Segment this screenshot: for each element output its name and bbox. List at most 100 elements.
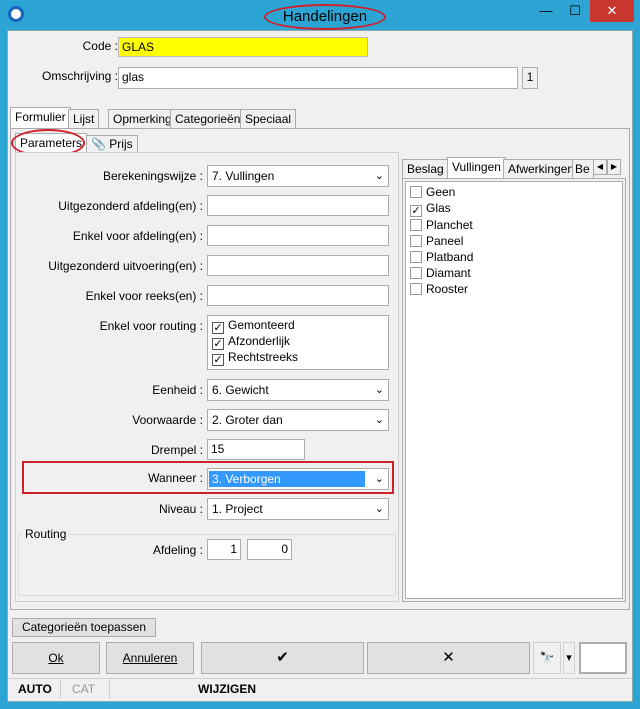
paperclip-icon: 📎 xyxy=(91,137,106,151)
status-auto: AUTO xyxy=(18,682,52,696)
categorieen-toepassen-button[interactable]: Categorieën toepassen xyxy=(12,618,156,637)
cancel-x-button[interactable]: ✕ xyxy=(367,642,530,674)
status-cat: CAT xyxy=(72,682,96,696)
vulling-item-label: Planchet xyxy=(426,218,473,232)
wanneer-annotation xyxy=(22,461,394,494)
vulling-item-label: Diamant xyxy=(426,266,471,280)
window-title: Handelingen xyxy=(264,4,386,30)
ok-button[interactable]: Ok xyxy=(12,642,100,674)
enkel-afdeling-input[interactable] xyxy=(207,225,389,246)
enkel-reeks-input[interactable] xyxy=(207,285,389,306)
maximize-button[interactable]: ☐ xyxy=(561,0,589,22)
vulling-item-label: Platband xyxy=(426,250,474,264)
tab-opmerking[interactable]: Opmerking xyxy=(108,109,177,129)
color-swatch[interactable] xyxy=(579,642,627,674)
drempel-label: Drempel : xyxy=(150,443,203,457)
vulling-item-platband[interactable]: Platband xyxy=(410,249,618,265)
status-separator xyxy=(60,679,61,699)
vulling-item-label: Paneel xyxy=(426,234,464,248)
chevron-down-icon: ⌄ xyxy=(374,503,384,515)
vullingen-items: Geen ✓ Glas Planchet Paneel Platband Diamant Ro… xyxy=(406,182,622,299)
vulling-item-label: Rooster xyxy=(426,282,469,296)
routing-option-afzonderlijk[interactable]: ✓ Afzonderlijk xyxy=(212,334,384,350)
vulling-item-geen[interactable]: Geen xyxy=(410,184,618,200)
afdeling-label: Afdeling : xyxy=(152,543,203,557)
checkbox-checked-icon: ✓ xyxy=(212,322,224,334)
client-area: Code : GLAS Omschrijving : glas 1 Formul… xyxy=(7,30,633,702)
search-button[interactable]: 🔭 xyxy=(533,642,561,674)
checkbox-icon xyxy=(410,219,422,231)
tab-speciaal[interactable]: Speciaal xyxy=(240,109,297,129)
checkbox-icon xyxy=(410,186,422,198)
tab-afwerkingen[interactable]: Afwerkingen xyxy=(503,159,580,178)
status-mode: WIJZIGEN xyxy=(198,682,257,696)
enkel-reeks-label: Enkel voor reeks(en) : xyxy=(85,289,203,303)
voorwaarde-label: Voorwaarde : xyxy=(132,413,203,427)
eenheid-select[interactable]: 6. Gewicht ⌄ xyxy=(207,379,389,401)
checkbox-icon xyxy=(410,267,422,279)
tab-prijs-label: Prijs xyxy=(109,137,133,151)
tab-formulier[interactable]: Formulier xyxy=(10,107,71,129)
binoculars-icon: 🔭 xyxy=(539,651,555,665)
routing-checklist: ✓ Gemonteerd ✓ Afzonderlijk ✓ Rechtstreeks xyxy=(207,315,389,370)
tab-beslag[interactable]: Beslag xyxy=(402,159,449,178)
scroll-right-icon[interactable]: ▶ xyxy=(607,159,621,175)
routing-group-title: Routing xyxy=(23,527,69,541)
niveau-select[interactable]: 1. Project ⌄ xyxy=(207,498,389,520)
vulling-item-planchet[interactable]: Planchet xyxy=(410,217,618,233)
confirm-button[interactable]: ✔ xyxy=(201,642,364,674)
tab-prijs[interactable]: 📎 Prijs xyxy=(86,135,138,153)
checkbox-checked-icon: ✓ xyxy=(410,205,422,217)
chevron-down-icon: ⌄ xyxy=(374,414,384,426)
uitgezonderd-afdeling-input[interactable] xyxy=(207,195,389,216)
enkel-afdeling-label: Enkel voor afdeling(en) : xyxy=(72,229,203,243)
checkbox-checked-icon: ✓ xyxy=(212,354,224,366)
uitgezonderd-uitvoering-label: Uitgezonderd uitvoering(en) : xyxy=(48,259,203,273)
code-input[interactable]: GLAS xyxy=(118,37,368,57)
chevron-down-icon: ⌄ xyxy=(374,170,384,182)
checkbox-icon xyxy=(410,235,422,247)
routing-option-rechtstreeks[interactable]: ✓ Rechtstreeks xyxy=(212,350,384,366)
vulling-item-diamant[interactable]: Diamant xyxy=(410,265,618,281)
vulling-item-rooster[interactable]: Rooster xyxy=(410,281,618,297)
uitgezonderd-afdeling-label: Uitgezonderd afdeling(en) : xyxy=(58,199,203,213)
tab-categorieen[interactable]: Categorieën xyxy=(170,109,246,129)
vulling-item-glas[interactable]: ✓ Glas xyxy=(410,200,618,217)
chevron-down-icon: ▾ xyxy=(566,652,572,664)
status-separator xyxy=(109,679,110,699)
vullingen-list: Geen ✓ Glas Planchet Paneel Platband Diamant Ro… xyxy=(405,181,623,599)
routing-option-gemonteerd[interactable]: ✓ Gemonteerd xyxy=(212,318,384,334)
vulling-item-paneel[interactable]: Paneel xyxy=(410,233,618,249)
annuleren-button[interactable]: Annuleren xyxy=(106,642,194,674)
berekeningswijze-value: 7. Vullingen xyxy=(212,169,275,183)
berekeningswijze-select[interactable]: 7. Vullingen ⌄ xyxy=(207,165,389,187)
berekeningswijze-label: Berekeningswijze : xyxy=(102,169,203,183)
eenheid-label: Eenheid : xyxy=(152,383,203,397)
drempel-input[interactable]: 15 xyxy=(207,439,305,460)
code-label: Code : xyxy=(82,39,118,53)
tab-lijst[interactable]: Lijst xyxy=(68,109,100,129)
checkbox-icon xyxy=(410,251,422,263)
omschrijving-count: 1 xyxy=(522,67,538,89)
vulling-item-label: Geen xyxy=(426,185,456,199)
afdeling-input-2[interactable]: 0 xyxy=(247,539,292,560)
search-dropdown-button[interactable]: ▾ xyxy=(563,642,575,674)
vulling-item-label: Glas xyxy=(426,201,451,215)
minimize-button[interactable]: — xyxy=(532,0,560,22)
checkbox-icon xyxy=(410,283,422,295)
app-icon xyxy=(8,6,24,22)
routing-label: Enkel voor routing : xyxy=(99,319,203,333)
tab-be[interactable]: Be xyxy=(572,159,594,178)
voorwaarde-select[interactable]: 2. Groter dan ⌄ xyxy=(207,409,389,431)
checkbox-checked-icon: ✓ xyxy=(212,338,224,350)
omschrijving-input[interactable]: glas xyxy=(118,67,518,89)
omschrijving-label: Omschrijving : xyxy=(41,69,118,83)
niveau-label: Niveau : xyxy=(158,502,203,516)
uitgezonderd-uitvoering-input[interactable] xyxy=(207,255,389,276)
close-icon: ✕ xyxy=(442,649,455,666)
scroll-left-icon[interactable]: ◀ xyxy=(593,159,607,175)
afdeling-input-1[interactable]: 1 xyxy=(207,539,241,560)
close-button[interactable]: ✕ xyxy=(590,0,634,22)
checkmark-icon: ✔ xyxy=(276,649,289,666)
tab-vullingen[interactable]: Vullingen xyxy=(447,157,506,178)
